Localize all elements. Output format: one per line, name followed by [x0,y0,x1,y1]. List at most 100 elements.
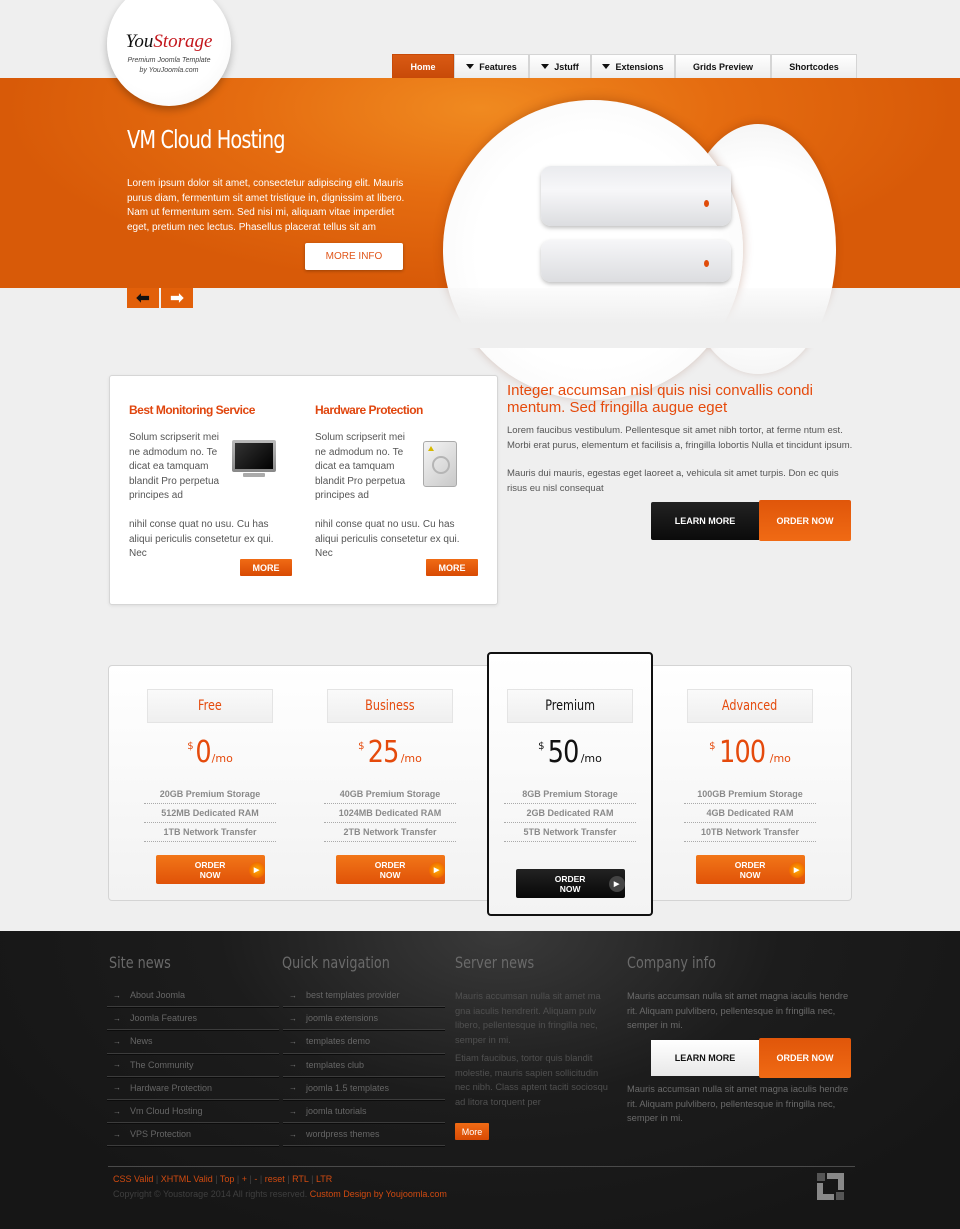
hero-text: Lorem ipsum dolor sit amet, consectetur … [127,178,405,233]
hero-title: VM Cloud Hosting [127,125,286,154]
footer-link-item[interactable]: → News [107,1030,279,1054]
play-icon: ▶ [608,875,625,892]
footer-link-item[interactable]: → About Joomla [107,984,279,1008]
arrow-right-icon: → [289,1083,297,1093]
plan-feature: 8GB Premium Storage [504,785,636,804]
arrow-left-icon: ⬅ [136,290,150,307]
footer-link-item[interactable]: → VPS Protection [107,1123,279,1147]
plan-price: $100/mo [709,735,791,770]
plan-feature: 10TB Network Transfer [684,823,816,842]
arrow-right-icon: → [113,1129,121,1139]
plan-feature: 40GB Premium Storage [324,785,456,804]
footer-utility-link[interactable]: XHTML Valid [161,1174,213,1184]
arrow-right-icon: → [113,1060,121,1070]
footer-link-item[interactable]: → templates demo [283,1030,445,1054]
feature-more-button[interactable]: MORE [426,559,478,576]
footer-utility-link[interactable]: LTR [316,1174,332,1184]
nav-grids-preview[interactable]: Grids Preview [675,54,771,78]
caret-down-icon [602,64,611,69]
plan-name: Advanced [687,689,813,723]
footer-heading: Company info [627,953,716,972]
nav-shortcodes[interactable]: Shortcodes [771,54,857,78]
arrow-right-icon: → [113,1036,121,1046]
main-nav: Home Features Jstuff Extensions Grids Pr… [392,54,857,78]
server-news-more-button[interactable]: More [455,1123,489,1140]
caret-down-icon [466,64,475,69]
plan-feature: 5TB Network Transfer [504,823,636,842]
plan-feature: 100GB Premium Storage [684,785,816,804]
server-news-text: Mauris accumsan nulla sit amet ma gna ia… [455,989,613,1109]
footer-link-item[interactable]: → joomla 1.5 templates [283,1077,445,1100]
play-icon: ▶ [428,861,445,878]
plan-feature: 1024MB Dedicated RAM [324,804,456,823]
pricing-plan: Free $0/mo 20GB Premium Storage 512MB Dedic… [120,689,300,884]
order-now-button[interactable]: ORDER NOW [759,500,851,541]
plan-feature: 20GB Premium Storage [144,785,276,804]
arrow-right-icon: → [289,1060,297,1070]
plan-feature: 4GB Dedicated RAM [684,804,816,823]
monitor-icon [232,440,276,478]
slider-next-button[interactable]: ➡ [161,288,193,308]
footer-utility-link[interactable]: RTL [292,1174,309,1184]
more-info-button[interactable]: MORE INFO [305,243,403,270]
arrow-right-icon: → [289,1036,297,1046]
nav-features[interactable]: Features [454,54,529,78]
plan-price: $0/mo [187,735,233,770]
footer-link-item[interactable]: → The Community [107,1054,279,1077]
plan-price: $25/mo [358,735,422,770]
footer-link-item[interactable]: → best templates provider [283,984,445,1008]
feature-more-button[interactable]: MORE [240,559,292,576]
footer-heading: Server news [455,953,535,972]
logo-brand: YouStorage [125,31,213,52]
plan-feature: 1TB Network Transfer [144,823,276,842]
feature-text-more: nihil conse quat no usu. Cu has aliqui p… [315,519,460,559]
plan-order-button[interactable]: ORDER NOW ▶ [515,869,625,898]
company-info-text: Mauris accumsan nulla sit amet magna iac… [627,1084,849,1123]
feature-title: Hardware Protection [315,403,423,417]
youjoomla-logo-icon[interactable] [817,1173,844,1200]
plan-order-button[interactable]: ORDER NOW ▶ [335,855,445,884]
learn-more-button[interactable]: LEARN MORE [651,502,759,540]
pricing-plan: Premium $50/mo 8GB Premium Storage 2GB Dedi… [480,689,660,898]
nav-jstuff[interactable]: Jstuff [529,54,591,78]
plan-name: Premium [507,689,633,723]
footer-link-item[interactable]: → Joomla Features [107,1007,279,1031]
plan-feature: 2TB Network Transfer [324,823,456,842]
plan-order-button[interactable]: ORDER NOW ▶ [155,855,265,884]
pricing-plan: Advanced $100/mo 100GB Premium Storage 4GB … [660,689,840,884]
arrow-right-icon: → [113,990,121,1000]
plan-feature: 512MB Dedicated RAM [144,804,276,823]
footer-utility-link[interactable]: Top [220,1174,235,1184]
arrow-right-icon: → [289,990,297,1000]
arrow-right-icon: ➡ [170,290,184,307]
footer-link-item[interactable]: → templates club [283,1054,445,1077]
plan-order-button[interactable]: ORDER NOW ▶ [695,855,805,884]
arrow-right-icon: → [289,1106,297,1116]
footer-order-now-button[interactable]: ORDER NOW [759,1038,851,1078]
footer-link-item[interactable]: → Hardware Protection [107,1077,279,1100]
nav-home[interactable]: Home [392,54,454,78]
footer-heading: Site news [109,953,171,972]
intro-title: Integer accumsan nisl quis nisi convalli… [507,382,813,416]
plan-price: $50/mo [538,735,602,770]
footer-link-item[interactable]: → Vm Cloud Hosting [107,1100,279,1124]
footer-link-item[interactable]: → joomla tutorials [283,1100,445,1124]
feature-text-more: nihil conse quat no usu. Cu has aliqui p… [129,519,274,559]
copyright: Copyright © Youstorage 2014 All rights r… [113,1189,447,1199]
credit-link[interactable]: Custom Design by Youjoomla.com [310,1189,447,1199]
footer-heading: Quick navigation [282,953,390,972]
footer-link-item[interactable]: → joomla extensions [283,1007,445,1031]
footer-utility-link[interactable]: reset [265,1174,285,1184]
nav-extensions[interactable]: Extensions [591,54,675,78]
play-icon: ▶ [788,861,805,878]
arrow-right-icon: → [113,1106,121,1116]
logo-tagline: Premium Joomla Template by YouJoomla.com [127,57,211,74]
slider-prev-button[interactable]: ⬅ [127,288,159,308]
feature-text: Solum scripserit mei ne admodum no. Te d… [315,432,406,501]
quick-nav-list: → best templates provider → joomla extensio… [283,984,445,1147]
caret-down-icon [541,64,550,69]
footer-link-item[interactable]: → wordpress themes [283,1123,445,1147]
footer-links: CSS Valid | XHTML Valid | Top | + | - | … [113,1174,333,1184]
footer-utility-link[interactable]: CSS Valid [113,1174,153,1184]
footer-learn-more-button[interactable]: LEARN MORE [651,1040,759,1076]
